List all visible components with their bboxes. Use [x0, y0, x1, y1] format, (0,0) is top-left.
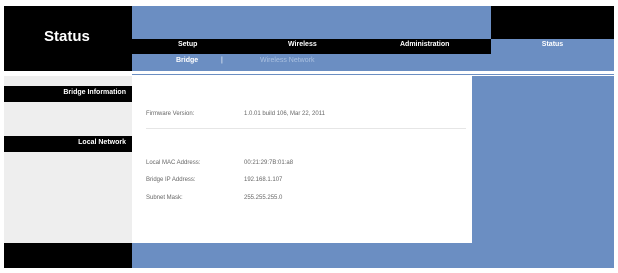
sidebar-section-bridge-information: Bridge Information	[4, 86, 132, 102]
subtab-separator: |	[221, 57, 223, 64]
local-mac-address-label: Local MAC Address:	[146, 160, 201, 166]
tab-wireless[interactable]: Wireless	[288, 41, 317, 48]
local-mac-address-value: 00:21:29:7B:01:a8	[244, 160, 294, 166]
page-title: Status	[44, 28, 90, 45]
subnet-mask-label: Subnet Mask:	[146, 195, 183, 201]
firmware-version-value: 1.0.01 build 106, Mar 22, 2011	[244, 111, 325, 117]
sidebar-footer	[4, 243, 132, 268]
subnet-mask-value: 255.255.255.0	[244, 195, 283, 201]
tab-status-label: Status	[541, 41, 564, 48]
header-band	[132, 6, 491, 39]
sidebar-section-label: Bridge Information	[63, 89, 126, 96]
bridge-ip-address-value: 192.168.1.107	[244, 177, 283, 183]
subtab-wireless-network[interactable]: Wireless Network	[260, 57, 314, 64]
header-divider-line	[132, 74, 614, 75]
tab-setup[interactable]: Setup	[178, 41, 197, 48]
footer-band	[132, 243, 472, 268]
sidebar	[4, 76, 132, 268]
bridge-ip-address-label: Bridge IP Address:	[146, 177, 196, 183]
sidebar-section-label: Local Network	[78, 139, 126, 146]
header-right-block	[491, 6, 614, 39]
tab-administration[interactable]: Administration	[400, 41, 449, 48]
help-panel	[472, 76, 614, 268]
tab-status[interactable]: Status	[491, 39, 614, 71]
content-divider	[146, 128, 466, 129]
firmware-version-label: Firmware Version:	[146, 111, 195, 117]
subtab-bridge[interactable]: Bridge	[176, 57, 198, 64]
sidebar-section-local-network: Local Network	[4, 136, 132, 152]
